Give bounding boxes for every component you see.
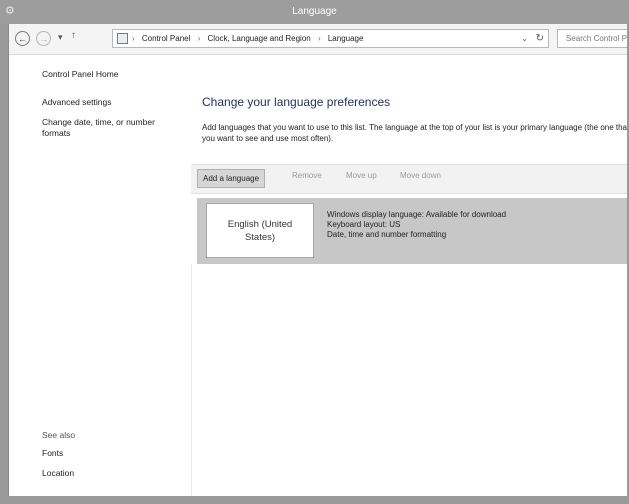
see-also-location[interactable]: Location	[42, 468, 74, 478]
language-toolbar: Add a language Remove Move up Move down	[191, 164, 629, 194]
breadcrumb-clock-language-region[interactable]: Clock, Language and Region	[208, 34, 311, 43]
sidebar-item-advanced-settings[interactable]: Advanced settings	[42, 97, 111, 107]
window-title: Language	[292, 6, 337, 17]
language-details: Windows display language: Available for …	[327, 210, 506, 240]
sidebar-item-control-panel-home[interactable]: Control Panel Home	[42, 69, 119, 79]
back-arrow-icon[interactable]: ←	[15, 31, 30, 46]
language-name-tile[interactable]: English (United States)	[206, 203, 314, 258]
address-bar[interactable]: › Control Panel › Clock, Language and Re…	[112, 29, 549, 48]
forward-arrow-icon[interactable]: →	[36, 31, 51, 46]
language-list-empty-area	[191, 264, 629, 496]
window-frame-bottom	[0, 496, 629, 504]
window-client-area: ← → ▾ ↑ › Control Panel › Clock, Languag…	[8, 24, 629, 496]
title-bar[interactable]: ⚙ Language	[0, 0, 629, 24]
navigation-bar: ← → ▾ ↑ › Control Panel › Clock, Languag…	[9, 24, 629, 55]
display-language-status: Windows display language: Available for …	[327, 210, 507, 219]
breadcrumb-separator-icon: ›	[197, 34, 201, 43]
sidebar-item-change-formats[interactable]: Change date, time, or number formats	[42, 117, 182, 139]
left-pane: Control Panel Home Advanced settings Cha…	[9, 55, 191, 496]
move-up-button[interactable]: Move up	[346, 171, 377, 180]
language-name: English (United States)	[227, 218, 293, 243]
page-description: Add languages that you want to use to th…	[202, 123, 629, 143]
see-also-heading: See also	[42, 430, 76, 440]
address-dropdown-icon[interactable]: ⌄	[521, 34, 528, 43]
see-also-fonts[interactable]: Fonts	[42, 448, 63, 458]
chevron-down-icon[interactable]: ▾	[58, 32, 63, 43]
add-language-button[interactable]: Add a language	[197, 169, 266, 188]
remove-button[interactable]: Remove	[292, 171, 322, 180]
refresh-icon[interactable]: ↻	[536, 33, 544, 44]
breadcrumb-language[interactable]: Language	[328, 34, 364, 43]
breadcrumb-separator-icon: ›	[317, 34, 321, 43]
main-pane: Change your language preferences Add lan…	[191, 55, 629, 496]
breadcrumb-control-panel[interactable]: Control Panel	[142, 34, 190, 43]
up-arrow-icon[interactable]: ↑	[71, 30, 76, 41]
language-window: ⚙ Language ← → ▾ ↑ › Control Panel › Clo…	[0, 0, 629, 504]
formatting-info: Date, time and number formatting	[327, 230, 447, 239]
breadcrumb-separator-icon: ›	[132, 34, 135, 43]
search-input[interactable]: Search Control Panel	[557, 29, 629, 48]
keyboard-layout: Keyboard layout: US	[327, 220, 401, 229]
breadcrumb: › Control Panel › Clock, Language and Re…	[132, 34, 368, 43]
language-list-item[interactable]: English (United States) Windows display …	[197, 198, 629, 264]
page-title: Change your language preferences	[202, 95, 391, 109]
move-down-button[interactable]: Move down	[400, 171, 441, 180]
control-panel-icon	[117, 33, 128, 44]
